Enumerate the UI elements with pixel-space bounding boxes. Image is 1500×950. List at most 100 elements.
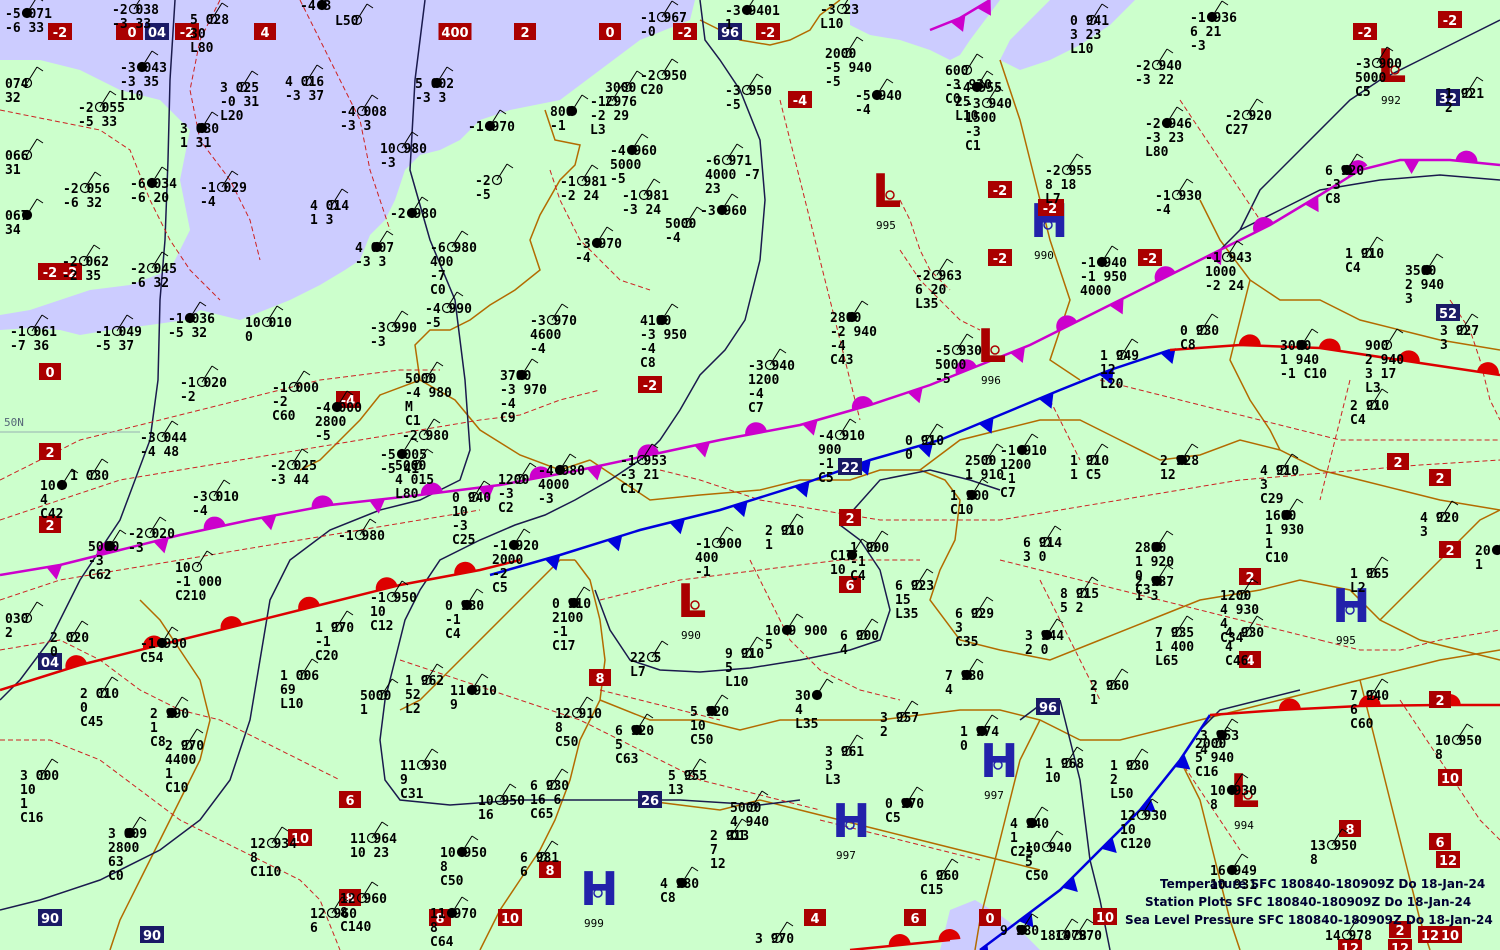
station-value: 0 970 <box>885 797 924 812</box>
temperature-box: 10 <box>1438 769 1462 787</box>
station-value: -1 953 <box>620 454 667 469</box>
station-value: -2 020 <box>128 527 175 542</box>
station-value: L10 <box>1070 42 1094 57</box>
station-value: 10 <box>1120 823 1136 838</box>
temperature-box: 4 <box>254 23 276 41</box>
station-value: C5 <box>492 581 508 596</box>
station-value: L80 <box>190 41 214 56</box>
station-value: -1 <box>695 565 711 580</box>
station-value: C5 <box>885 811 901 826</box>
station-value: C140 <box>340 920 371 935</box>
station-value: -4 <box>748 387 764 402</box>
station-value: 63 <box>108 855 124 870</box>
station-value: 6 929 <box>955 607 994 622</box>
station-value: -2 940 <box>1135 59 1182 74</box>
station-value: 10 23 <box>350 846 389 861</box>
station-value: 0 940 <box>452 491 491 506</box>
station-value: C42 <box>40 507 63 522</box>
temperature-box: 10 <box>1093 908 1117 926</box>
station-value: 2 928 <box>1160 454 1199 469</box>
station-value: 3 025 <box>220 81 259 96</box>
temperature-box-value: -2 <box>993 252 1007 267</box>
station-value: C16 <box>1195 765 1219 780</box>
temperature-box-value: 12 <box>1391 942 1409 950</box>
temperature-box-value: -2 <box>678 26 692 41</box>
station-value: -4 <box>1155 203 1171 218</box>
station-value: -2 056 <box>63 182 110 197</box>
center-pressure-value: 995 <box>876 219 896 232</box>
station-value: 1 962 <box>405 674 444 689</box>
station-value: 4000 <box>538 478 569 493</box>
station-value: 6 <box>520 865 528 880</box>
station-value: -3 960 <box>700 204 747 219</box>
station-value: 0 910 <box>905 434 944 449</box>
temperature-box: 400 <box>438 23 472 41</box>
station-value: 1 <box>1475 558 1483 573</box>
temperature-box-value: 2 <box>1393 456 1402 471</box>
station-value: -3 <box>452 519 468 534</box>
station-value: -5 <box>425 316 441 331</box>
credit-station-plots: Station Plots SFC 180840-180909Z Do 18-J… <box>1145 895 1471 909</box>
station-value: C4 <box>445 627 461 642</box>
weather-map: L995 H990L996H995L992L990H997H997H999L994… <box>0 0 1500 950</box>
station-value: 1 921 <box>1445 87 1484 102</box>
center-pressure-value: 996 <box>981 374 1001 387</box>
station-value: 1200 <box>498 473 529 488</box>
temperature-box-value: -2 <box>43 266 57 281</box>
station-value: 10 950 <box>478 794 525 809</box>
station-value: 1 <box>20 797 28 812</box>
station-value: 10 010 <box>245 316 292 331</box>
station-value: C17 <box>552 639 575 654</box>
station-value: 1 <box>150 721 158 736</box>
station-value: -7 <box>430 269 446 284</box>
station-value: C9 <box>500 411 516 426</box>
station-value: L3 <box>1365 381 1381 396</box>
credit-pressure: Sea Level Pressure SFC 180840-180909Z Do… <box>1125 913 1493 927</box>
station-value: 4 <box>1200 743 1208 758</box>
station-value: L7 <box>1045 192 1061 207</box>
station-value: -3 44 <box>270 473 309 488</box>
station-value: -1 910 <box>1000 444 1047 459</box>
station-value: -5 <box>725 98 741 113</box>
station-value: -5 33 <box>78 115 117 130</box>
center-pressure-value: 997 <box>836 849 856 862</box>
station-value: 10 <box>20 783 36 798</box>
station-value: L10 <box>820 17 844 32</box>
station-value: 0 930 <box>1180 324 1219 339</box>
station-value: -3 043 <box>120 61 167 76</box>
temperature-box-value: 6 <box>1435 836 1444 851</box>
station-value: 9 910 <box>725 647 764 662</box>
station-value: 2 910 <box>1350 399 1389 414</box>
station-value: -5 940 <box>825 61 872 76</box>
station-value: C1 <box>965 139 981 154</box>
temperature-box: 2 <box>839 509 861 527</box>
station-value: C35 <box>955 635 978 650</box>
station-value: 5 <box>725 661 733 676</box>
temperature-box-value: 52 <box>1439 307 1457 322</box>
station-value: 0 <box>1135 569 1143 584</box>
temperature-box-value: -2 <box>1358 26 1372 41</box>
station-value: C20 <box>640 83 664 98</box>
temperature-box: 26 <box>638 791 662 809</box>
station-value: -4 <box>530 342 546 357</box>
station-value: 12 <box>1100 363 1116 378</box>
station-value: -2 <box>475 174 491 189</box>
station-value: 5 <box>1025 855 1033 870</box>
station-value: 2800 <box>1135 541 1166 556</box>
station-value: -3 990 <box>370 321 417 336</box>
station-value: -3 22 <box>1135 73 1174 88</box>
station-value: -2 025 <box>270 459 317 474</box>
station-value: 3 000 <box>20 769 59 784</box>
station-value: -4 000 <box>315 401 362 416</box>
station-value: 2 <box>880 725 888 740</box>
station-value: 2 990 <box>150 707 189 722</box>
station-value: 6 920 <box>1325 164 1364 179</box>
station-value: L35 <box>915 297 938 312</box>
station-value: 11 930 <box>400 759 447 774</box>
temperature-box-value: 8 <box>595 672 604 687</box>
station-value: -1 020 <box>180 376 227 391</box>
station-value: 1200 <box>1000 458 1031 473</box>
station-value: -1 <box>552 625 568 640</box>
station-value: 6 923 <box>895 579 934 594</box>
center-pressure-value: 990 <box>681 629 701 642</box>
